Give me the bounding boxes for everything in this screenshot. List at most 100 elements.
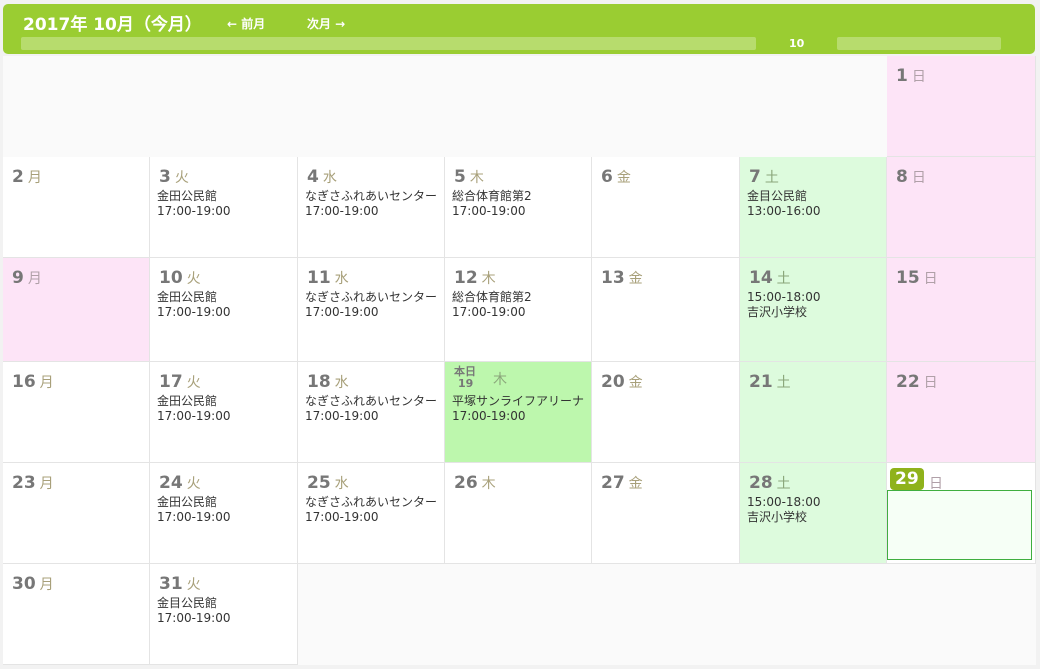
day-cell-4[interactable]: 4 水なぎさふれあいセンター 17:00-19:00 [298, 157, 445, 258]
day-cell-8[interactable]: 8日 [887, 157, 1036, 258]
day-cell-11[interactable]: 11 水なぎさふれあいセンター 17:00-19:00 [298, 258, 445, 362]
day-cell-23[interactable]: 23 月 [3, 463, 150, 564]
weekday-label: 水 [322, 170, 337, 186]
event-line-1: なぎさふれあいセンター [305, 495, 438, 509]
day-cell-28[interactable]: 28 土 15:00-18:00 吉沢小学校 [740, 463, 887, 564]
selection-box[interactable] [887, 490, 1032, 560]
day-cell-15[interactable]: 15 日 [887, 258, 1036, 362]
event-line-1: なぎさふれあいセンター [305, 290, 438, 304]
weekday-label: 月 [39, 476, 54, 492]
event-line-2: 17:00-19:00 [157, 305, 231, 319]
day-number: 1 [896, 66, 908, 86]
event[interactable]: なぎさふれあいセンター 17:00-19:00 [305, 290, 437, 320]
event[interactable]: なぎさふれあいセンター 17:00-19:00 [305, 189, 437, 219]
day-cell-29[interactable]: 29 日 [887, 463, 1036, 564]
month-scroll-track-left[interactable] [21, 37, 756, 50]
day-cell-5[interactable]: 5 木総合体育館第2 17:00-19:00 [445, 157, 592, 258]
month-scroll-track-right[interactable] [837, 37, 1001, 50]
day-number: 6 [601, 167, 613, 187]
event[interactable]: 金田公民館 17:00-19:00 [157, 189, 231, 219]
event[interactable]: なぎさふれあいセンター 17:00-19:00 [305, 495, 437, 525]
event-line-1: 金目公民館 [747, 189, 808, 203]
day-number: 26 [454, 473, 478, 493]
weekday-label: 火 [186, 476, 201, 492]
day-number: 30 [12, 574, 36, 594]
day-cell-21[interactable]: 21 土 [740, 362, 887, 463]
day-cell-19[interactable]: 本日 19 木平塚サンライフアリーナ 17:00-19:00 [445, 362, 592, 463]
day-cell-10[interactable]: 10 火金田公民館 17:00-19:00 [150, 258, 298, 362]
event-line-2: 17:00-19:00 [452, 305, 526, 319]
event[interactable]: 15:00-18:00 吉沢小学校 [747, 290, 821, 320]
event[interactable]: 金田公民館 17:00-19:00 [157, 495, 231, 525]
weekday-label: 火 [174, 170, 189, 186]
day-number: 19 [458, 377, 474, 390]
event[interactable]: 金田公民館 17:00-19:00 [157, 290, 231, 320]
day-cell-13[interactable]: 13 金 [592, 258, 740, 362]
event-line-2: 17:00-19:00 [452, 204, 526, 218]
day-cell-9[interactable]: 9月 [3, 258, 150, 362]
day-cell-30[interactable]: 30 月 [3, 564, 150, 665]
weekday-label: 土 [776, 271, 791, 287]
event[interactable]: 総合体育館第2 17:00-19:00 [452, 189, 532, 219]
day-cell-7[interactable]: 7 土金目公民館 13:00-16:00 [740, 157, 887, 258]
day-cell-17[interactable]: 17 火金田公民館 17:00-19:00 [150, 362, 298, 463]
weekday-label: 火 [186, 577, 201, 593]
day-number: 22 [896, 372, 920, 392]
weekday-label: 金 [628, 375, 643, 391]
event[interactable]: 金目公民館 17:00-19:00 [157, 596, 231, 626]
day-header: 21 土 [749, 372, 791, 392]
event[interactable]: 15:00-18:00 吉沢小学校 [747, 495, 821, 525]
next-month-link[interactable]: 次月 → [307, 15, 345, 32]
day-cell-14[interactable]: 14 土 15:00-18:00 吉沢小学校 [740, 258, 887, 362]
empty-cell [740, 56, 887, 157]
day-cell-18[interactable]: 18 水なぎさふれあいセンター 17:00-19:00 [298, 362, 445, 463]
today-label: 本日 19 [454, 366, 476, 390]
weekday-label: 金 [628, 271, 643, 287]
day-header: 16 月 [12, 372, 54, 392]
event[interactable]: なぎさふれあいセンター 17:00-19:00 [305, 394, 437, 424]
prev-month-link[interactable]: ← 前月 [227, 15, 265, 32]
event-line-2: 17:00-19:00 [157, 510, 231, 524]
weekday-label: 火 [186, 375, 201, 391]
day-cell-22[interactable]: 22 日 [887, 362, 1036, 463]
day-cell-24[interactable]: 24 火金田公民館 17:00-19:00 [150, 463, 298, 564]
day-cell-6[interactable]: 6金 [592, 157, 740, 258]
month-marker[interactable]: 10 [789, 37, 804, 50]
day-number: 21 [749, 372, 773, 392]
event-line-1: 金田公民館 [157, 394, 218, 408]
event-line-1: 総合体育館第2 [452, 189, 532, 203]
event[interactable]: 平塚サンライフアリーナ 17:00-19:00 [452, 394, 584, 424]
event-line-1: 15:00-18:00 [747, 495, 821, 509]
day-cell-1[interactable]: 1日 [887, 56, 1036, 157]
event[interactable]: 総合体育館第2 17:00-19:00 [452, 290, 532, 320]
day-header: 17 火 [159, 372, 201, 392]
day-header: 2月 [12, 167, 42, 187]
day-cell-20[interactable]: 20 金 [592, 362, 740, 463]
month-title: 2017年 10月（今月） [23, 15, 202, 35]
day-cell-12[interactable]: 12 木総合体育館第2 17:00-19:00 [445, 258, 592, 362]
day-cell-26[interactable]: 26 木 [445, 463, 592, 564]
day-cell-27[interactable]: 27 金 [592, 463, 740, 564]
day-number: 5 [454, 167, 466, 187]
day-number: 13 [601, 268, 625, 288]
weekday-label: 木 [469, 170, 484, 186]
event-line-2: 吉沢小学校 [747, 305, 808, 319]
event-line-1: なぎさふれあいセンター [305, 189, 438, 203]
day-number: 17 [159, 372, 183, 392]
day-cell-31[interactable]: 31 火金目公民館 17:00-19:00 [150, 564, 298, 665]
event-line-2: 17:00-19:00 [452, 409, 526, 423]
day-cell-16[interactable]: 16 月 [3, 362, 150, 463]
day-number: 10 [159, 268, 183, 288]
event[interactable]: 金田公民館 17:00-19:00 [157, 394, 231, 424]
day-number: 25 [307, 473, 331, 493]
event[interactable]: 金目公民館 13:00-16:00 [747, 189, 821, 219]
day-cell-3[interactable]: 3 火金田公民館 17:00-19:00 [150, 157, 298, 258]
day-header: 3火 [159, 167, 189, 187]
event-line-2: 17:00-19:00 [305, 204, 379, 218]
day-header: 27 金 [601, 473, 643, 493]
day-cell-2[interactable]: 2月 [3, 157, 150, 258]
weekday-label: 水 [334, 271, 349, 287]
day-cell-25[interactable]: 25 水なぎさふれあいセンター 17:00-19:00 [298, 463, 445, 564]
day-number: 7 [749, 167, 761, 187]
day-header: 1日 [896, 66, 926, 86]
